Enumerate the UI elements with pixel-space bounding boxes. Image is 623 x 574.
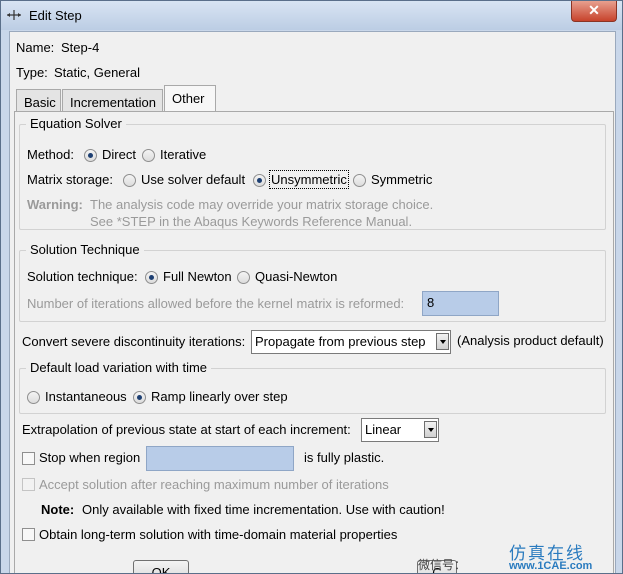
storage-unsymmetric-label[interactable]: Unsymmetric	[269, 170, 349, 189]
storage-solver-default-radio[interactable]	[123, 174, 136, 187]
type-value: Static, General	[54, 65, 140, 80]
stop-region-checkbox[interactable]	[22, 452, 35, 465]
warning-label: Warning:	[27, 197, 83, 212]
ramp-linearly-label[interactable]: Ramp linearly over step	[151, 389, 288, 404]
method-iterative-radio[interactable]	[142, 149, 155, 162]
close-icon: ✕	[588, 2, 600, 18]
equation-solver-title: Equation Solver	[26, 116, 126, 131]
storage-symmetric-label[interactable]: Symmetric	[371, 172, 432, 187]
storage-symmetric-radio[interactable]	[353, 174, 366, 187]
discontinuity-selected-value: Propagate from previous step	[255, 334, 426, 349]
ok-button[interactable]: OK	[133, 560, 189, 574]
type-label: Type:	[16, 65, 48, 80]
chevron-down-icon[interactable]	[436, 333, 449, 350]
name-label: Name:	[16, 40, 55, 55]
solution-technique-title: Solution Technique	[26, 242, 144, 257]
stop-region-input[interactable]	[146, 446, 294, 471]
tab-panel-other: Equation Solver Method: Direct Iterative…	[14, 111, 614, 573]
crosshair-app-icon	[7, 10, 21, 20]
method-direct-radio[interactable]	[84, 149, 97, 162]
tab-incrementation-label: Incrementation	[70, 95, 156, 110]
tab-basic-label: Basic	[24, 95, 56, 110]
discontinuity-select[interactable]: Propagate from previous step	[251, 330, 451, 354]
accept-solution-label: Accept solution after reaching maximum n…	[39, 477, 389, 492]
name-value: Step-4	[61, 40, 100, 55]
iterations-input[interactable]: 8	[422, 291, 499, 316]
tab-incrementation[interactable]: Incrementation	[62, 89, 163, 111]
extrapolation-selected-value: Linear	[365, 422, 402, 437]
load-variation-title: Default load variation with time	[26, 360, 212, 375]
tab-other[interactable]: Other	[164, 85, 216, 112]
warning-line-1: The analysis code may override your matr…	[90, 197, 434, 212]
full-newton-radio[interactable]	[145, 271, 158, 284]
chevron-down-icon[interactable]	[424, 421, 437, 438]
ramp-linearly-radio[interactable]	[133, 391, 146, 404]
tab-other-label: Other	[172, 91, 205, 106]
ok-button-label: OK	[151, 565, 171, 574]
stop-region-suffix: is fully plastic.	[304, 450, 385, 465]
dialog-client: Name: Step-4 Type: Static, General Basic…	[9, 31, 616, 574]
solution-technique-label: Solution technique:	[27, 269, 138, 284]
note-text: Only available with fixed time increment…	[82, 502, 445, 517]
note-label: Note:	[41, 502, 75, 517]
quasi-newton-radio[interactable]	[237, 271, 250, 284]
load-variation-group: Default load variation with time Instant…	[19, 360, 606, 414]
discontinuity-note: (Analysis product default)	[457, 333, 604, 348]
tab-basic[interactable]: Basic	[16, 89, 61, 111]
stop-region-label[interactable]: Stop when region	[39, 450, 140, 465]
matrix-storage-label: Matrix storage:	[27, 172, 113, 187]
equation-solver-group: Equation Solver Method: Direct Iterative…	[19, 116, 606, 230]
discontinuity-label: Convert severe discontinuity iterations:	[22, 334, 246, 349]
extrapolation-label: Extrapolation of previous state at start…	[22, 422, 351, 437]
instantaneous-label[interactable]: Instantaneous	[45, 389, 127, 404]
method-direct-label[interactable]: Direct	[102, 147, 136, 162]
warning-line-2: See *STEP in the Abaqus Keywords Referen…	[90, 214, 413, 229]
instantaneous-radio[interactable]	[27, 391, 40, 404]
extrapolation-select[interactable]: Linear	[361, 418, 439, 442]
method-label: Method:	[27, 147, 74, 162]
close-button[interactable]: ✕	[571, 1, 617, 22]
iterations-label: Number of iterations allowed before the …	[27, 296, 405, 311]
full-newton-label[interactable]: Full Newton	[163, 269, 232, 284]
solution-technique-group: Solution Technique Solution technique: F…	[19, 242, 606, 322]
storage-solver-default-label[interactable]: Use solver default	[141, 172, 245, 187]
watermark-wechat: 微信号：	[418, 558, 467, 572]
accept-solution-checkbox[interactable]	[22, 478, 35, 491]
quasi-newton-label[interactable]: Quasi-Newton	[255, 269, 337, 284]
long-term-checkbox[interactable]	[22, 528, 35, 541]
watermark-url: www.1CAE.com	[509, 560, 593, 572]
storage-unsymmetric-radio[interactable]	[253, 174, 266, 187]
title-bar[interactable]: Edit Step ✕	[1, 1, 622, 30]
method-iterative-label[interactable]: Iterative	[160, 147, 206, 162]
long-term-label[interactable]: Obtain long-term solution with time-doma…	[39, 527, 397, 542]
window-title: Edit Step	[29, 8, 82, 23]
edit-step-window: Edit Step ✕ Name: Step-4 Type: Static, G…	[0, 0, 623, 574]
